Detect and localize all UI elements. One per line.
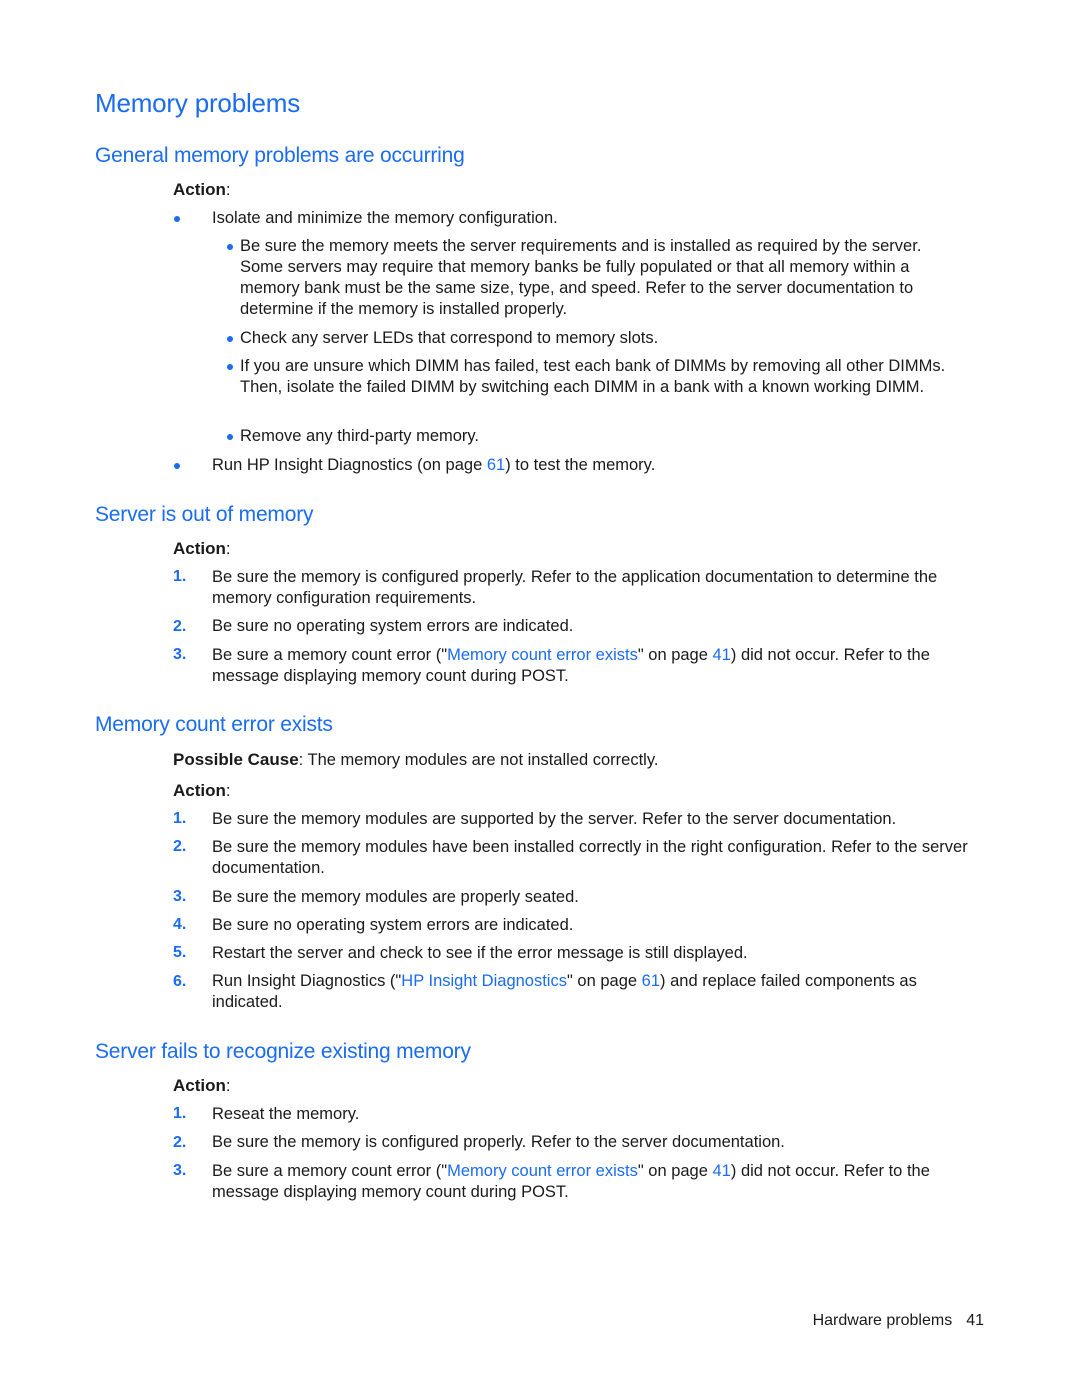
step-number: 2. — [173, 838, 187, 855]
step-number: 2. — [173, 1134, 187, 1151]
bullet-icon — [174, 463, 180, 469]
list-item: Be sure a memory count error ("Memory co… — [212, 646, 930, 685]
step-number: 3. — [173, 888, 187, 905]
page-number: 41 — [966, 1312, 984, 1329]
list-item: Be sure the memory modules are supported… — [212, 810, 897, 828]
bullet-icon — [227, 336, 233, 342]
list-item: If you are unsure which DIMM has failed,… — [240, 357, 946, 396]
list-item: Isolate and minimize the memory configur… — [212, 209, 558, 227]
bullet-icon — [227, 364, 233, 370]
action-label: Action: — [173, 1076, 231, 1095]
list-item: Be sure the memory meets the server requ… — [240, 237, 922, 318]
bullet-icon — [227, 244, 233, 250]
section-heading-out-of-memory: Server is out of memory — [95, 503, 314, 526]
list-item: Be sure the memory is configured properl… — [212, 1133, 785, 1151]
section-heading-general-memory: General memory problems are occurring — [95, 144, 465, 167]
list-item: Restart the server and check to see if t… — [212, 944, 748, 962]
memory-count-error-link[interactable]: Memory count error exists — [447, 1162, 638, 1180]
list-item: Remove any third-party memory. — [240, 427, 480, 445]
action-label: Action: — [173, 781, 231, 800]
list-item: Be sure a memory count error ("Memory co… — [212, 1162, 930, 1201]
step-number: 1. — [173, 1105, 187, 1122]
page-footer: Hardware problems 41 — [813, 1312, 984, 1330]
list-item: Be sure no operating system errors are i… — [212, 916, 574, 934]
action-label: Action: — [173, 539, 231, 558]
list-item: Be sure the memory modules are properly … — [212, 888, 579, 906]
list-item: Be sure the memory is configured properl… — [212, 568, 938, 607]
page-title: Memory problems — [95, 88, 301, 118]
action-label: Action: — [173, 180, 231, 199]
step-number: 5. — [173, 944, 187, 961]
footer-section: Hardware problems — [812, 1312, 953, 1329]
step-number: 6. — [173, 973, 187, 990]
page-link[interactable]: 41 — [713, 646, 731, 664]
step-number: 4. — [173, 916, 187, 933]
step-number: 2. — [173, 618, 187, 635]
step-number: 3. — [173, 646, 187, 663]
section-heading-memory-count-error: Memory count error exists — [95, 713, 333, 736]
step-number: 3. — [173, 1162, 187, 1179]
bullet-icon — [174, 216, 180, 222]
page-link[interactable]: 61 — [487, 456, 505, 474]
page-link[interactable]: 61 — [642, 972, 660, 990]
list-item: Run Insight Diagnostics ("HP Insight Dia… — [212, 972, 917, 1011]
step-number: 1. — [173, 568, 187, 585]
hp-insight-diagnostics-link[interactable]: HP Insight Diagnostics — [401, 972, 567, 990]
possible-cause: Possible Cause: The memory modules are n… — [173, 750, 659, 769]
list-item: Be sure no operating system errors are i… — [212, 617, 574, 635]
list-item: Be sure the memory modules have been ins… — [212, 838, 968, 877]
bullet-icon — [227, 434, 233, 440]
memory-count-error-link[interactable]: Memory count error exists — [447, 646, 638, 664]
list-item: Run HP Insight Diagnostics (on page 61) … — [212, 456, 656, 474]
section-heading-fails-to-recognize: Server fails to recognize existing memor… — [95, 1040, 471, 1063]
list-item: Check any server LEDs that correspond to… — [240, 329, 659, 347]
document-page: Memory problems General memory problems … — [0, 0, 1080, 1397]
page-link[interactable]: 41 — [713, 1162, 731, 1180]
list-item: Reseat the memory. — [212, 1105, 360, 1123]
step-number: 1. — [173, 810, 187, 827]
